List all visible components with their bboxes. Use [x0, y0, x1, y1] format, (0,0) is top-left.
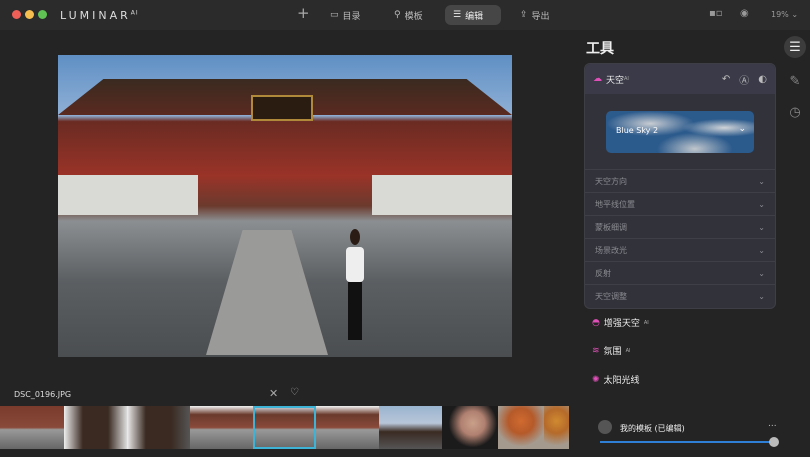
label: AI	[643, 319, 649, 326]
tool-sun-rays[interactable]: ✺ 太阳光线	[592, 373, 640, 387]
label: AI	[625, 347, 631, 354]
photo-canvas[interactable]	[58, 55, 512, 357]
sliders-icon: ☰	[453, 10, 462, 20]
app-logo: LUMINARAI	[60, 9, 139, 22]
mask-icon[interactable]: Ⓐ	[739, 72, 749, 87]
tools-title: 工具	[586, 41, 614, 57]
tool-atmosphere[interactable]: ≋ 氛围 AI	[592, 344, 631, 358]
chevron-down-icon: ⌄	[758, 199, 765, 209]
compare-icon[interactable]: ▪▫	[709, 8, 723, 19]
more-button[interactable]: ...	[768, 419, 777, 429]
section-sky-adjustments[interactable]: 天空调整 ⌄	[585, 284, 775, 307]
label: 太阳光线	[603, 376, 640, 386]
template-name: 我的模板 (已编辑)	[620, 424, 685, 433]
sky-tool-label: 天空	[606, 75, 625, 86]
tool-enhance-sky[interactable]: ◓ 增强天空 AI	[592, 316, 649, 330]
chevron-down-icon: ⌄	[758, 245, 765, 255]
sky-tool-panel: ☁ 天空 AI ↶ Ⓐ ◐ Blue Sky 2 ⌄ 天空方向 ⌄ 地平线位置 ⌄ 蒙…	[584, 63, 776, 309]
title-bar: LUMINARAI + ▭ 目录 ⚲ 模板 ☰ 编辑 ⇪ 导出 ▪▫ ◉ 19% ⌄	[0, 0, 810, 30]
wand-icon: ⚲	[394, 10, 401, 20]
thumbnail-selected[interactable]	[253, 406, 316, 449]
share-icon: ⇪	[520, 10, 528, 20]
add-icon[interactable]: +	[297, 4, 310, 22]
zoom-dropdown[interactable]: 19% ⌄	[771, 10, 798, 19]
temple-sign	[251, 95, 313, 121]
chevron-down-icon: ⌄	[758, 222, 765, 232]
sky-tool-header[interactable]: ☁ 天空 AI ↶ Ⓐ ◐	[585, 64, 775, 94]
history-clock-icon[interactable]: ◷	[784, 101, 806, 123]
dome-icon: ◓	[592, 317, 600, 328]
filename: DSC_0196.JPG	[14, 390, 72, 399]
minimize-button[interactable]	[25, 10, 34, 19]
sky-preset-label: Blue Sky 2	[616, 125, 659, 135]
label: 天空调整	[595, 291, 627, 301]
maximize-button[interactable]	[38, 10, 47, 19]
label: 导出	[531, 11, 550, 22]
visibility-toggle[interactable]: ◐	[758, 74, 767, 85]
label: 蒙板细调	[595, 222, 627, 232]
section-scene-relight[interactable]: 场景改光 ⌄	[585, 238, 775, 261]
section-mask-refinement[interactable]: 蒙板细调 ⌄	[585, 215, 775, 238]
section-horizon-position[interactable]: 地平线位置 ⌄	[585, 192, 775, 215]
label: 氛围	[603, 347, 622, 357]
close-button[interactable]	[12, 10, 21, 19]
sky-preset-dropdown[interactable]: Blue Sky 2 ⌄	[606, 110, 754, 153]
waves-icon: ≋	[592, 345, 600, 356]
label: 地平线位置	[595, 199, 635, 209]
thumbnail[interactable]	[498, 406, 544, 449]
brush-icon[interactable]: ✎	[784, 70, 806, 92]
chevron-down-icon: ⌄	[758, 291, 765, 301]
label: AI	[130, 9, 139, 17]
tab-export[interactable]: ⇪ 导出	[512, 5, 558, 25]
label: 增强天空	[603, 319, 640, 329]
label: LUMINAR	[60, 9, 131, 22]
thumbnail[interactable]	[316, 406, 379, 449]
person	[340, 227, 370, 345]
cloud-icon: ☁	[593, 74, 602, 84]
template-avatar	[598, 420, 612, 434]
section-reflection[interactable]: 反射 ⌄	[585, 261, 775, 284]
chevron-down-icon: ⌄	[738, 123, 746, 134]
sun-icon: ✺	[592, 374, 600, 385]
dragon-carving	[206, 230, 328, 355]
label: 19%	[771, 10, 789, 19]
railing	[372, 175, 512, 215]
thumbnail[interactable]	[127, 406, 190, 449]
ai-badge: AI	[624, 76, 629, 82]
reject-icon[interactable]: ✕	[269, 387, 278, 400]
chevron-down-icon: ⌄	[758, 176, 765, 186]
label: 编辑	[465, 11, 484, 22]
tab-catalog[interactable]: ▭ 目录	[322, 5, 369, 25]
thumbnail[interactable]	[544, 406, 569, 449]
thumbnail[interactable]	[0, 406, 64, 449]
thumbnail[interactable]	[442, 406, 498, 449]
tools-sliders-icon[interactable]: ☰	[784, 36, 806, 58]
tab-edit[interactable]: ☰ 编辑	[445, 5, 501, 25]
label: 目录	[342, 11, 361, 22]
label: 模板	[404, 11, 423, 22]
folder-icon: ▭	[330, 10, 339, 20]
template-amount-slider[interactable]	[600, 441, 774, 443]
undo-icon[interactable]: ↶	[722, 74, 730, 85]
label: 场景改光	[595, 245, 627, 255]
filmstrip	[0, 406, 570, 449]
thumbnail[interactable]	[190, 406, 253, 449]
eye-icon[interactable]: ◉	[740, 8, 749, 19]
thumbnail[interactable]	[64, 406, 127, 449]
label: 天空方向	[595, 176, 627, 186]
label: 反射	[595, 268, 611, 278]
favorite-icon[interactable]: ♡	[290, 387, 299, 398]
railing	[58, 175, 198, 215]
section-sky-orientation[interactable]: 天空方向 ⌄	[585, 169, 775, 192]
thumbnail[interactable]	[379, 406, 442, 449]
slider-handle[interactable]	[769, 437, 779, 447]
chevron-down-icon: ⌄	[758, 268, 765, 278]
tab-templates[interactable]: ⚲ 模板	[386, 5, 431, 25]
